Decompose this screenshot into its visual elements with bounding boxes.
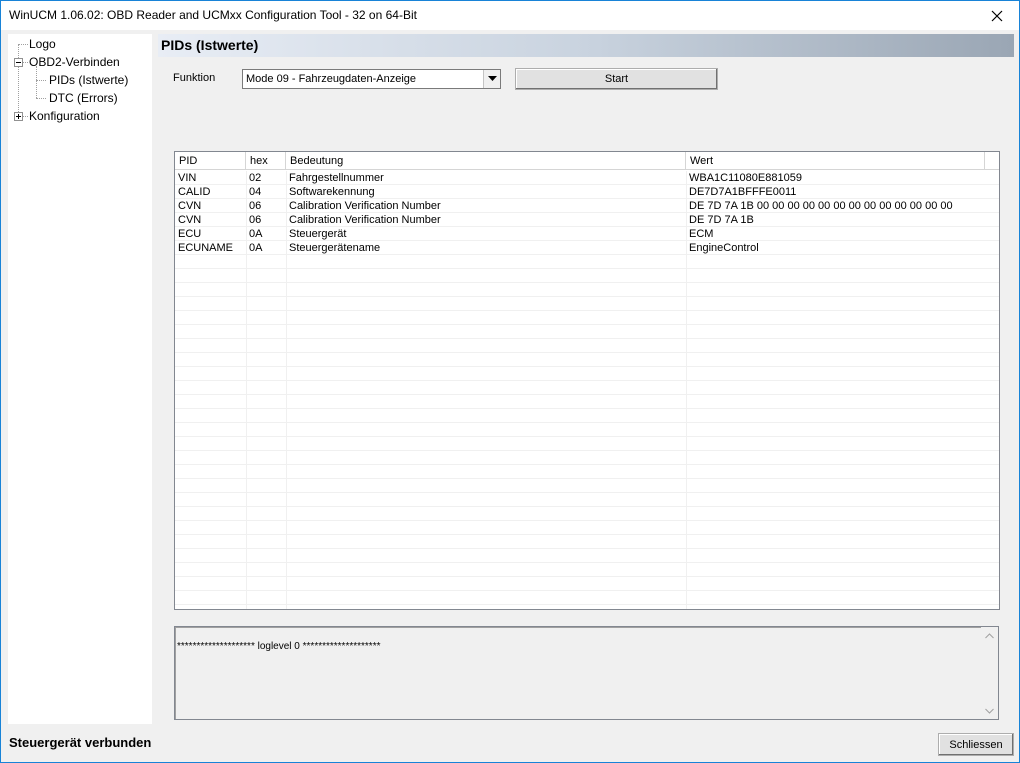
table-row[interactable]: [175, 521, 999, 535]
cell-wert: DE7D7A1BFFFE0011: [689, 186, 797, 198]
tree-expander-icon[interactable]: [14, 58, 23, 67]
log-box[interactable]: ******************** loglevel 0 ********…: [174, 626, 999, 720]
cell-wert: DE 7D 7A 1B: [689, 214, 754, 226]
cell-bedeutung: Steuergerätename: [289, 242, 381, 254]
log-text: ******************** loglevel 0 ********…: [177, 641, 381, 652]
tree-line: [36, 98, 46, 99]
status-text: Steuergerät verbunden: [9, 735, 152, 750]
log-scrollbar[interactable]: [981, 627, 998, 719]
tree-line: [36, 80, 46, 81]
table-row[interactable]: [175, 591, 999, 605]
cell-bedeutung: Softwarekennung: [289, 186, 375, 198]
tree-expander-icon[interactable]: [14, 112, 23, 121]
table-row[interactable]: [175, 437, 999, 451]
col-header-wert[interactable]: Wert: [686, 152, 985, 170]
tree-item-obd2-verbinden[interactable]: OBD2-Verbinden: [29, 54, 120, 70]
cell-pid: CVN: [178, 214, 202, 226]
table-row[interactable]: [175, 465, 999, 479]
cell-hex: 06: [249, 200, 262, 212]
table-row[interactable]: [175, 507, 999, 521]
table-row[interactable]: [175, 269, 999, 283]
cell-pid: CVN: [178, 200, 202, 212]
col-header-hex[interactable]: hex: [246, 152, 286, 170]
tree-item-dtc[interactable]: DTC (Errors): [47, 90, 120, 106]
tree-line: [23, 116, 28, 117]
table-row[interactable]: [175, 381, 999, 395]
start-button[interactable]: Start: [515, 68, 718, 90]
col-header-pid[interactable]: PID: [175, 152, 246, 170]
table-row[interactable]: [175, 479, 999, 493]
table-row[interactable]: [175, 311, 999, 325]
table-row[interactable]: [175, 423, 999, 437]
schliessen-button[interactable]: Schliessen: [938, 733, 1014, 756]
table-row[interactable]: [175, 535, 999, 549]
cell-wert: DE 7D 7A 1B 00 00 00 00 00 00 00 00 00 0…: [689, 200, 953, 212]
table-row[interactable]: [175, 577, 999, 591]
table-row[interactable]: CALID 04 Softwarekennung DE7D7A1BFFFE0011: [175, 185, 999, 199]
close-icon: [991, 10, 1003, 21]
cell-hex: 0A: [249, 228, 263, 240]
table-row[interactable]: VIN 02 Fahrgestellnummer WBA1C11080E881059: [175, 171, 999, 185]
close-window-button[interactable]: [975, 1, 1019, 30]
funktion-value: Mode 09 - Fahrzeugdaten-Anzeige: [246, 73, 416, 85]
table-row[interactable]: [175, 451, 999, 465]
main-window: WinUCM 1.06.02: OBD Reader and UCMxx Con…: [0, 0, 1020, 763]
table-body: VIN 02 Fahrgestellnummer WBA1C11080E881059 C…: [175, 171, 999, 609]
panel-header: PIDs (Istwerte): [158, 34, 1014, 57]
tree-line: [36, 66, 37, 98]
panel-title: PIDs (Istwerte): [161, 37, 259, 53]
cell-hex: 06: [249, 214, 262, 226]
table-header: PID hex Bedeutung Wert: [175, 152, 999, 170]
cell-bedeutung: Calibration Verification Number: [289, 214, 441, 226]
cell-bedeutung: Fahrgestellnummer: [289, 172, 384, 184]
table-row[interactable]: [175, 493, 999, 507]
cell-bedeutung: Calibration Verification Number: [289, 200, 441, 212]
tree-line: [23, 62, 28, 63]
table-row[interactable]: [175, 325, 999, 339]
tree-item-logo[interactable]: Logo: [29, 36, 56, 52]
table-row[interactable]: ECU 0A Steuergerät ECM: [175, 227, 999, 241]
table-row[interactable]: ECUNAME 0A Steuergerätename EngineControl: [175, 241, 999, 255]
tree-item-konfiguration[interactable]: Konfiguration: [29, 108, 100, 124]
cell-pid: VIN: [178, 172, 197, 184]
window-title: WinUCM 1.06.02: OBD Reader and UCMxx Con…: [9, 8, 417, 22]
table-row[interactable]: [175, 297, 999, 311]
cell-pid: ECU: [178, 228, 202, 240]
cell-wert: EngineControl: [689, 242, 759, 254]
table-row[interactable]: CVN 06 Calibration Verification Number DE 7…: [175, 199, 999, 213]
scroll-up-icon[interactable]: [981, 627, 998, 644]
col-header-bedeutung[interactable]: Bedeutung: [286, 152, 686, 170]
tree-line: [18, 44, 28, 45]
pid-table[interactable]: PID hex Bedeutung Wert VIN 02 Fahrgestelln…: [174, 151, 1000, 610]
navigation-tree[interactable]: Logo OBD2-Verbinden PIDs (Istwerte) DTC …: [8, 34, 152, 724]
table-row[interactable]: [175, 255, 999, 269]
table-row[interactable]: [175, 563, 999, 577]
funktion-select[interactable]: Mode 09 - Fahrzeugdaten-Anzeige: [242, 69, 501, 89]
table-row[interactable]: [175, 549, 999, 563]
chevron-down-icon[interactable]: [483, 70, 500, 88]
table-row[interactable]: [175, 353, 999, 367]
funktion-label: Funktion: [173, 72, 216, 84]
cell-hex: 02: [249, 172, 262, 184]
table-row[interactable]: [175, 409, 999, 423]
tree-item-pids[interactable]: PIDs (Istwerte): [47, 72, 130, 88]
tree-line: [18, 44, 19, 116]
cell-bedeutung: Steuergerät: [289, 228, 347, 240]
cell-hex: 0A: [249, 242, 263, 254]
cell-pid: ECUNAME: [178, 242, 234, 254]
cell-wert: WBA1C11080E881059: [689, 172, 802, 184]
col-header-filler: [985, 152, 999, 170]
title-bar: WinUCM 1.06.02: OBD Reader and UCMxx Con…: [1, 1, 1019, 30]
table-row[interactable]: CVN 06 Calibration Verification Number DE 7…: [175, 213, 999, 227]
cell-wert: ECM: [689, 228, 714, 240]
table-row[interactable]: [175, 339, 999, 353]
table-row[interactable]: [175, 367, 999, 381]
cell-pid: CALID: [178, 186, 211, 198]
cell-hex: 04: [249, 186, 262, 198]
table-row[interactable]: [175, 283, 999, 297]
table-row[interactable]: [175, 395, 999, 409]
scroll-down-icon[interactable]: [981, 702, 998, 719]
